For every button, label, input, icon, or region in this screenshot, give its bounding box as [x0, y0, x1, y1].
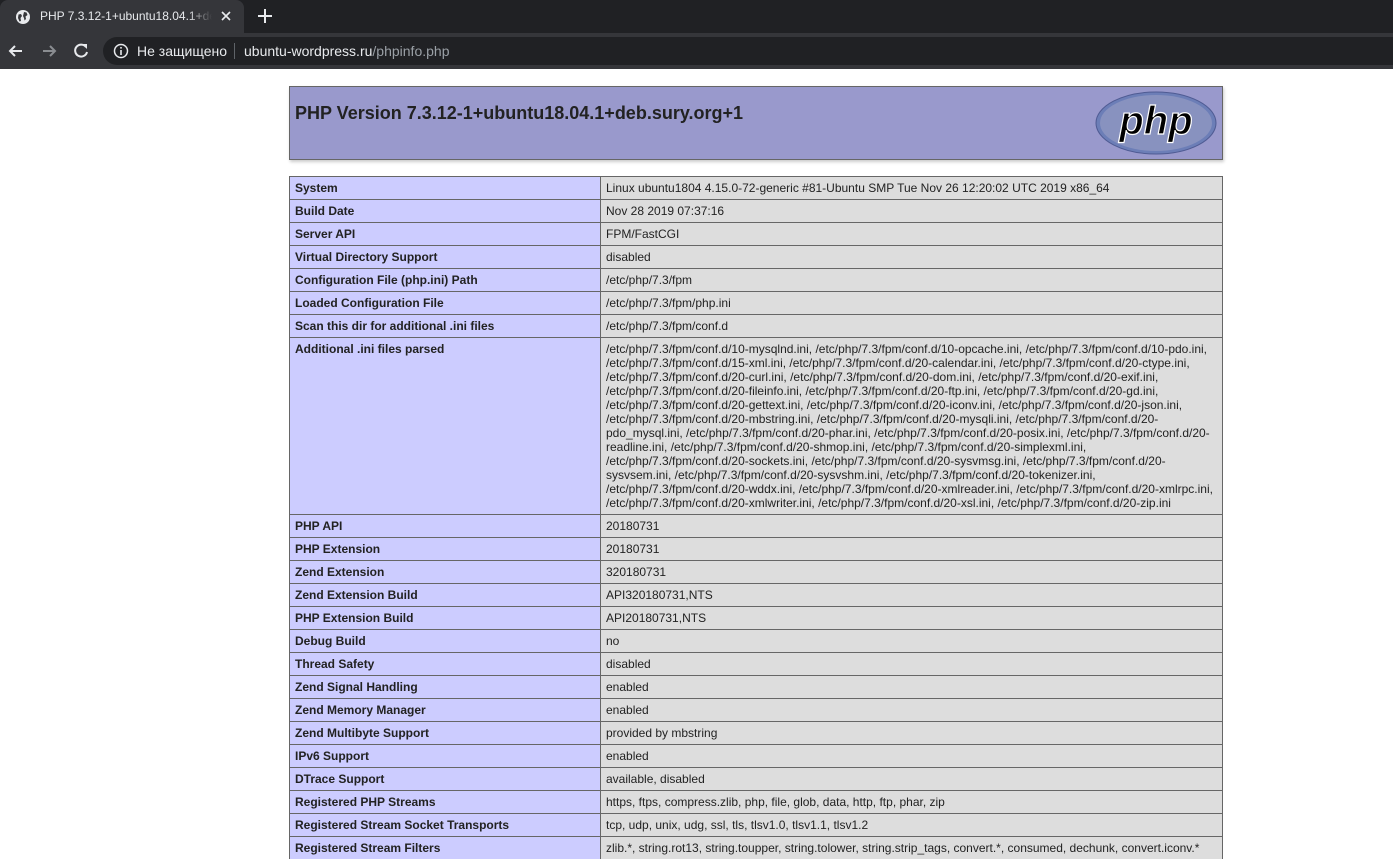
row-value: 320180731 [600, 560, 1223, 584]
url-host: ubuntu-wordpress.ru [244, 43, 373, 59]
reload-icon[interactable] [71, 41, 91, 61]
row-value: no [600, 629, 1223, 653]
table-row: Virtual Directory Support disabled [289, 245, 1223, 269]
url-path: /phpinfo.php [372, 43, 450, 59]
row-value: enabled [600, 675, 1223, 699]
row-value: https, ftps, compress.zlib, php, file, g… [600, 790, 1223, 814]
globe-icon [15, 9, 31, 25]
table-row: PHP Extension Build API20180731,NTS [289, 606, 1223, 630]
row-key: PHP API [289, 514, 601, 538]
tab-title: PHP 7.3.12-1+ubuntu18.04.1+deb.sury.org+… [40, 9, 212, 23]
back-arrow-icon[interactable] [6, 41, 26, 61]
row-value: enabled [600, 744, 1223, 768]
row-key: Virtual Directory Support [289, 245, 601, 269]
table-row: Zend Signal Handling enabled [289, 675, 1223, 699]
row-key: Zend Memory Manager [289, 698, 601, 722]
divider [234, 43, 235, 59]
row-key: Zend Extension Build [289, 583, 601, 607]
row-value: disabled [600, 245, 1223, 269]
row-key: Additional .ini files parsed [289, 337, 601, 515]
row-key: Registered Stream Filters [289, 836, 601, 859]
row-value: API20180731,NTS [600, 606, 1223, 630]
table-row: Zend Extension 320180731 [289, 560, 1223, 584]
row-value: /etc/php/7.3/fpm [600, 268, 1223, 292]
table-row: Debug Build no [289, 629, 1223, 653]
table-row: Scan this dir for additional .ini files /… [289, 314, 1223, 338]
info-table: System Linux ubuntu1804 4.15.0-72-generic… [289, 176, 1223, 859]
row-key: Loaded Configuration File [289, 291, 601, 315]
phpinfo-header: PHP Version 7.3.12-1+ubuntu18.04.1+deb.s… [289, 86, 1223, 160]
row-key: System [289, 176, 601, 200]
php-logo-text: php [1118, 99, 1192, 143]
table-row: Zend Memory Manager enabled [289, 698, 1223, 722]
row-value: FPM/FastCGI [600, 222, 1223, 246]
tab-strip: PHP 7.3.12-1+ubuntu18.04.1+deb.sury.org+… [0, 0, 1393, 33]
row-value: API320180731,NTS [600, 583, 1223, 607]
row-value: disabled [600, 652, 1223, 676]
row-key: Debug Build [289, 629, 601, 653]
row-value: /etc/php/7.3/fpm/conf.d [600, 314, 1223, 338]
table-row: Zend Multibyte Support provided by mbstri… [289, 721, 1223, 745]
row-key: Scan this dir for additional .ini files [289, 314, 601, 338]
row-value: 20180731 [600, 514, 1223, 538]
row-value: Linux ubuntu1804 4.15.0-72-generic #81-U… [600, 176, 1223, 200]
row-key: Zend Multibyte Support [289, 721, 601, 745]
table-row: IPv6 Support enabled [289, 744, 1223, 768]
table-row: DTrace Support available, disabled [289, 767, 1223, 791]
row-value: 20180731 [600, 537, 1223, 561]
row-key: DTrace Support [289, 767, 601, 791]
table-row: Registered PHP Streams https, ftps, compr… [289, 790, 1223, 814]
info-icon[interactable] [113, 43, 129, 59]
row-value: /etc/php/7.3/fpm/conf.d/10-mysqlnd.ini, … [600, 337, 1223, 515]
table-row: PHP Extension 20180731 [289, 537, 1223, 561]
table-row: Registered Stream Socket Transports tcp, … [289, 813, 1223, 837]
table-row: Thread Safety disabled [289, 652, 1223, 676]
row-value: available, disabled [600, 767, 1223, 791]
row-key: Registered Stream Socket Transports [289, 813, 601, 837]
row-key: IPv6 Support [289, 744, 601, 768]
row-key: Registered PHP Streams [289, 790, 601, 814]
php-logo[interactable]: php [1095, 91, 1217, 155]
table-row: System Linux ubuntu1804 4.15.0-72-generic… [289, 176, 1223, 200]
row-value: /etc/php/7.3/fpm/php.ini [600, 291, 1223, 315]
table-row: Additional .ini files parsed/etc/php/7.3… [289, 337, 1223, 515]
row-key: Server API [289, 222, 601, 246]
page-viewport: PHP Version 7.3.12-1+ubuntu18.04.1+deb.s… [0, 69, 1393, 859]
forward-arrow-icon[interactable] [39, 41, 59, 61]
row-key: Zend Signal Handling [289, 675, 601, 699]
row-value: provided by mbstring [600, 721, 1223, 745]
page-title: PHP Version 7.3.12-1+ubuntu18.04.1+deb.s… [295, 103, 744, 123]
close-icon[interactable] [218, 8, 234, 24]
row-value: zlib.*, string.rot13, string.toupper, st… [600, 836, 1223, 859]
table-row: PHP API 20180731 [289, 514, 1223, 538]
table-row: Loaded Configuration File/etc/php/7.3/fp… [289, 291, 1223, 315]
table-row: Server API FPM/FastCGI [289, 222, 1223, 246]
active-tab[interactable]: PHP 7.3.12-1+ubuntu18.04.1+deb.sury.org+… [0, 0, 244, 33]
table-row: Build Date Nov 28 2019 07:37:16 [289, 199, 1223, 223]
table-row: Zend Extension Build API320180731,NTS [289, 583, 1223, 607]
row-key: Build Date [289, 199, 601, 223]
row-key: PHP Extension [289, 537, 601, 561]
row-value: tcp, udp, unix, udg, ssl, tls, tlsv1.0, … [600, 813, 1223, 837]
row-key: Configuration File (php.ini) Path [289, 268, 601, 292]
row-key: Zend Extension [289, 560, 601, 584]
row-key: PHP Extension Build [289, 606, 601, 630]
address-bar[interactable]: Не защищено ubuntu-wordpress.ru/phpinfo.… [103, 37, 1393, 65]
table-row: Registered Stream Filters zlib.*, string.… [289, 836, 1223, 859]
row-value: Nov 28 2019 07:37:16 [600, 199, 1223, 223]
browser-toolbar: Не защищено ubuntu-wordpress.ru/phpinfo.… [0, 33, 1393, 69]
plus-icon[interactable] [254, 5, 276, 27]
security-label[interactable]: Не защищено [137, 43, 227, 59]
row-value: enabled [600, 698, 1223, 722]
row-key: Thread Safety [289, 652, 601, 676]
table-row: Configuration File (php.ini) Path/etc/ph… [289, 268, 1223, 292]
url-text[interactable]: ubuntu-wordpress.ru/phpinfo.php [244, 43, 449, 59]
